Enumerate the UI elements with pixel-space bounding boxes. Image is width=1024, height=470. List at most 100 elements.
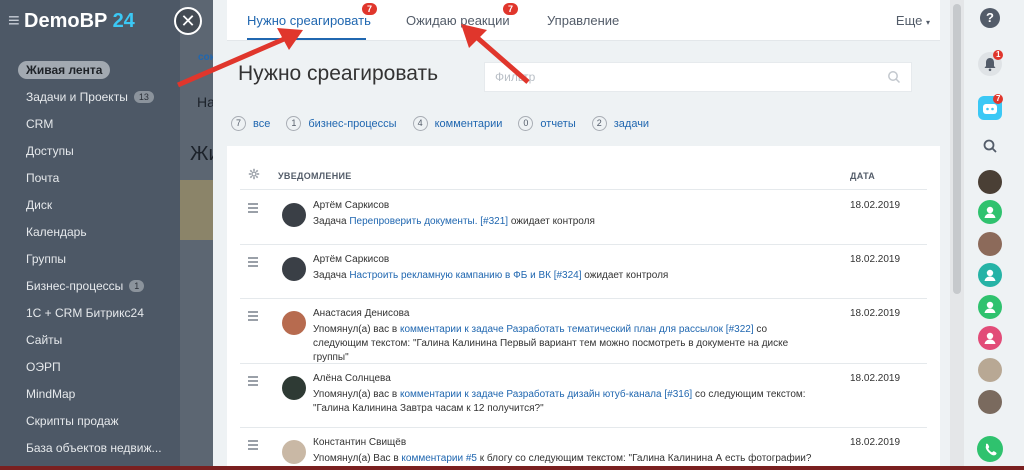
menu-icon[interactable]: ≡: [8, 10, 20, 33]
quick-filter[interactable]: 2 задачи: [591, 116, 649, 131]
sidebar-item[interactable]: Скрипты продаж: [0, 407, 180, 434]
sidebar-item[interactable]: Диск: [0, 191, 180, 218]
more-menu-button[interactable]: Еще ▾: [896, 13, 930, 28]
contact-avatar[interactable]: [978, 232, 1002, 256]
quick-filter[interactable]: 0 отчеты: [518, 116, 576, 131]
notification-link[interactable]: комментарии к задаче Разработать дизайн …: [400, 389, 692, 400]
panel-scrollbar[interactable]: [950, 0, 964, 470]
sidebar-item[interactable]: Группы: [0, 245, 180, 272]
sidebar-item[interactable]: База объектов недвиж...: [0, 434, 180, 461]
sidebar-item[interactable]: Бизнес-процессы 1: [0, 272, 180, 299]
sidebar-item-label: CRM: [26, 116, 54, 131]
sidebar-item[interactable]: Задачи и Проекты 13: [0, 83, 180, 110]
table-row[interactable]: Алёна Солнцева Упомянул(а) вас в коммента…: [240, 364, 927, 428]
search-contacts-button[interactable]: [978, 134, 1002, 158]
avatar[interactable]: [282, 440, 306, 464]
portal-number: 24: [112, 10, 135, 32]
table-header: УВЕДОМЛЕНИЕ ДАТА: [240, 164, 927, 190]
contact-avatar[interactable]: [978, 200, 1002, 224]
messenger-button[interactable]: 7: [978, 94, 1004, 120]
quick-filter-count: 4: [412, 116, 428, 131]
table-row[interactable]: Артём Саркисов Задача Настроить рекламную…: [240, 245, 927, 299]
user-icon: [984, 332, 996, 344]
sidebar-item[interactable]: Календарь: [0, 218, 180, 245]
notification-date: 18.02.2019: [850, 200, 901, 211]
sidebar-item[interactable]: ОЭРП: [0, 353, 180, 380]
quick-filters: 7 все 1 бизнес-процессы 4 комментарии 0 отчеты 2…: [231, 116, 665, 131]
contact-avatar[interactable]: [978, 358, 1002, 382]
drag-handle-icon[interactable]: [248, 203, 258, 215]
call-button[interactable]: [977, 436, 1003, 462]
app-window: ≡ DemoBP 24 Живая лента Задачи и Проекты 13…: [0, 0, 1024, 470]
page-title: Нужно среагировать: [238, 62, 439, 85]
quick-filter-label[interactable]: комментарии: [435, 118, 503, 130]
help-icon[interactable]: ?: [980, 8, 1000, 28]
table-row[interactable]: Константин Свищёв Упомянул(а) Вас в комме…: [240, 428, 927, 470]
tab-management[interactable]: Управление: [547, 13, 619, 28]
avatar[interactable]: [282, 257, 306, 281]
contact-avatar[interactable]: [978, 170, 1002, 194]
column-date: ДАТА: [850, 171, 876, 181]
sidebar-item[interactable]: MindMap: [0, 380, 180, 407]
drag-handle-icon[interactable]: [248, 376, 258, 388]
author-name: Алёна Солнцева: [313, 373, 391, 384]
sidebar-item[interactable]: 1С + CRM Битрикс24: [0, 299, 180, 326]
author-name: Константин Свищёв: [313, 437, 407, 448]
column-notification: УВЕДОМЛЕНИЕ: [278, 171, 352, 181]
text-suffix: ожидает контроля: [581, 270, 669, 281]
sidebar-item[interactable]: Живая лента: [0, 56, 180, 83]
text-prefix: Задача: [313, 216, 350, 227]
avatar[interactable]: [282, 203, 306, 227]
notification-date: 18.02.2019: [850, 308, 901, 319]
sidebar-item[interactable]: Доступы: [0, 137, 180, 164]
gear-icon[interactable]: [248, 168, 260, 182]
text-prefix: Задача: [313, 270, 350, 281]
quick-filter-label[interactable]: отчеты: [540, 118, 575, 130]
notification-link[interactable]: Перепроверить документы. [#321]: [349, 216, 508, 227]
quick-filter-label[interactable]: задачи: [614, 118, 649, 130]
drag-handle-icon[interactable]: [248, 311, 258, 323]
close-slider-button[interactable]: ✕: [174, 7, 202, 35]
notification-text: Задача Перепроверить документы. [#321] о…: [313, 215, 818, 229]
author-name: Артём Саркисов: [313, 254, 390, 265]
notification-link[interactable]: комментарии к задаче Разработать тематич…: [400, 324, 754, 335]
notification-link[interactable]: Настроить рекламную кампанию в ФБ и ВК […: [349, 270, 581, 281]
notifications-button[interactable]: 1: [978, 50, 1004, 76]
contact-avatar[interactable]: [978, 295, 1002, 319]
sidebar-item-label: Живая лента: [18, 60, 111, 79]
scrollbar-thumb[interactable]: [953, 4, 961, 294]
filter-input[interactable]: [485, 63, 875, 91]
contact-avatar[interactable]: [978, 390, 1002, 414]
quick-filter-count: 0: [518, 116, 534, 131]
quick-filter-count: 2: [591, 116, 607, 131]
avatar[interactable]: [282, 376, 306, 400]
table-row[interactable]: Артём Саркисов Задача Перепроверить докум…: [240, 191, 927, 245]
notification-date: 18.02.2019: [850, 254, 901, 265]
contact-avatar[interactable]: [978, 263, 1002, 287]
sidebar-item[interactable]: Сайты: [0, 326, 180, 353]
sidebar-item-count: 13: [133, 90, 154, 103]
quick-filter[interactable]: 7 все: [231, 116, 270, 131]
user-icon: [984, 301, 996, 313]
search-icon[interactable]: [887, 70, 901, 89]
portal-logo[interactable]: ≡ DemoBP 24: [8, 10, 135, 33]
avatar[interactable]: [282, 311, 306, 335]
drag-handle-icon[interactable]: [248, 257, 258, 269]
contact-avatar[interactable]: [978, 326, 1002, 350]
quick-filter[interactable]: 4 комментарии: [412, 116, 503, 131]
tabs-bar: Нужно среагировать 7 Ожидаю реакции 7 Уп…: [227, 0, 940, 41]
table-row[interactable]: Анастасия Денисова Упомянул(а) вас в комм…: [240, 299, 927, 364]
search-icon: [983, 139, 997, 153]
sidebar-item-label: База объектов недвиж...: [26, 440, 162, 455]
quick-filter-label[interactable]: бизнес-процессы: [308, 118, 396, 130]
sidebar-item[interactable]: CRM: [0, 110, 180, 137]
tab-need-reaction[interactable]: Нужно среагировать 7: [247, 3, 378, 28]
slider-panel: Нужно среагировать 7 Ожидаю реакции 7 Уп…: [177, 0, 950, 470]
notification-link[interactable]: комментарии #5: [401, 453, 477, 464]
tab-waiting-reaction[interactable]: Ожидаю реакции 7: [406, 3, 519, 28]
quick-filter[interactable]: 1 бизнес-процессы: [286, 116, 397, 131]
drag-handle-icon[interactable]: [248, 440, 258, 452]
filter-box[interactable]: [484, 62, 912, 92]
quick-filter-label[interactable]: все: [253, 118, 270, 130]
sidebar-item[interactable]: Почта: [0, 164, 180, 191]
